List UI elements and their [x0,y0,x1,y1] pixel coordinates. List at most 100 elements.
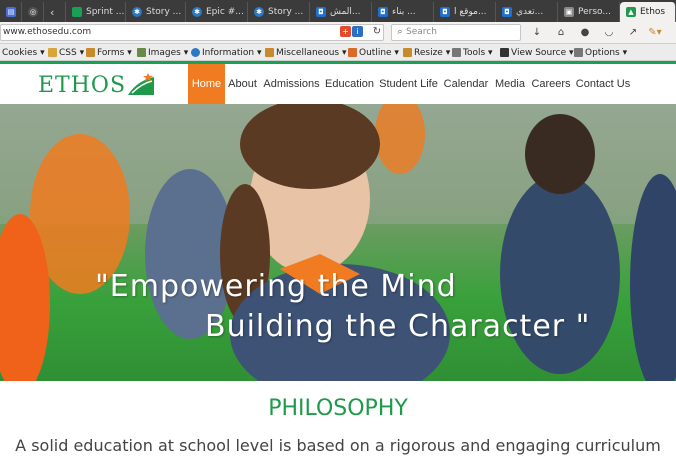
menu-label: Cookies ▾ [2,47,45,58]
nav-label: Student Life [379,78,438,90]
chat-icon: ▤ [6,7,16,17]
nav-home[interactable]: Home [188,64,225,104]
home-icon[interactable]: ⌂ [554,26,568,40]
tab-label: Epic #... [206,7,244,17]
tab-label: Perso... [578,7,611,17]
nav-label: Admissions [263,78,320,90]
philosophy-text: A solid education at school level is bas… [15,436,661,455]
sheet-icon [72,7,82,17]
outline-menu[interactable]: Outline ▾ [348,45,399,60]
philosophy-heading: PHILOSOPHY [268,396,408,421]
tab-label: المش... [330,7,361,17]
nav-label: Education [325,78,374,90]
bookmark-icon: ▣ [564,7,574,17]
resize-menu[interactable]: Resize ▾ [403,45,450,60]
tab-label: Sprint ... [86,7,125,17]
nav-label: Careers [531,78,571,90]
logo-leaf-icon [128,73,155,95]
menu-label: Resize ▾ [414,47,451,58]
nav-education[interactable]: Education [323,64,376,104]
options-icon [574,48,583,57]
download-icon[interactable]: ↓ [530,26,544,40]
tab-label: موقع ا... [454,7,487,17]
addon-plus-icon[interactable]: + [340,26,351,37]
page-icon: ◘ [502,7,512,17]
tab-label: Story ... [146,7,182,17]
jira-icon: ✱ [254,7,264,17]
tab-label: تعدي... [516,7,544,17]
nav-calendar[interactable]: Calendar [441,64,491,104]
tab-label: بناء ... [392,7,416,17]
tab-scroll-left-button[interactable]: ‹ [44,2,66,22]
browser-tab[interactable]: ◘ تعدي... [496,2,558,22]
menu-label: Options ▾ [585,47,628,58]
url-bar[interactable]: www.ethosedu.com [0,24,384,41]
tools-menu[interactable]: Tools ▾ [452,45,493,60]
nav-student-life[interactable]: Student Life [377,64,440,104]
reload-icon[interactable]: ↻ [370,25,384,39]
view-source-menu[interactable]: View Source ▾ [500,45,574,60]
images-icon [137,48,146,57]
css-menu[interactable]: CSS ▾ [48,45,84,60]
globe-icon: ◎ [28,7,38,17]
browser-tab[interactable]: ◘ المش... [310,2,372,22]
forms-menu[interactable]: Forms ▾ [86,45,132,60]
ethos-favicon-icon: ▲ [626,7,636,17]
resize-icon [403,48,412,57]
browser-tab[interactable]: ✱ Story ... [248,2,310,22]
information-icon [191,48,200,57]
browser-tab[interactable]: ▤ [0,2,22,22]
nav-label: About [228,78,257,90]
pocket-icon[interactable]: ◡ [602,26,616,40]
browser-tab[interactable]: ▣ Perso... [558,2,620,22]
menu-label: Miscellaneous ▾ [276,47,347,58]
browser-tab-active[interactable]: ▲ Ethos [620,2,676,22]
menu-label: Information ▾ [202,47,262,58]
browser-tab[interactable]: ✱ Epic #... [186,2,248,22]
extension-icon[interactable]: ✎▾ [648,26,662,40]
browser-tab[interactable]: ✱ Story ... [126,2,186,22]
menu-label: CSS ▾ [59,47,85,58]
miscellaneous-menu[interactable]: Miscellaneous ▾ [265,45,346,60]
page-icon: ◘ [378,7,388,17]
addon-info-icon[interactable]: i [352,26,363,37]
nav-admissions[interactable]: Admissions [261,64,322,104]
images-menu[interactable]: Images ▾ [137,45,188,60]
site-header: ETHOS Home About Admissions Education St… [0,64,676,104]
hero-heading-line-1: "Empowering the Mind [95,269,457,304]
nav-media[interactable]: Media [492,64,528,104]
page-icon: ◘ [440,7,450,17]
web-developer-toolbar: Cookies ▾ CSS ▾ Forms ▾ Images ▾ Informa… [0,44,676,61]
menu-label: Images ▾ [148,47,189,58]
search-input[interactable]: ⌕ Search [391,24,521,41]
nav-label: Home [191,78,222,90]
pin-icon[interactable]: ↗ [626,26,640,40]
hero-banner: "Empowering the Mind Building the Charac… [0,104,676,381]
browser-tab[interactable]: ◘ موقع ا... [434,2,496,22]
information-menu[interactable]: Information ▾ [191,45,261,60]
search-icon: ⌕ [397,27,403,37]
jira-icon: ✱ [132,7,142,17]
nav-label: Contact Us [575,78,631,90]
menu-label: Outline ▾ [359,47,399,58]
nav-careers[interactable]: Careers [529,64,573,104]
tools-icon [452,48,461,57]
tab-label: Story ... [268,7,304,17]
options-menu[interactable]: Options ▾ [574,45,627,60]
nav-contact-us[interactable]: Contact Us [574,64,632,104]
outline-icon [348,48,357,57]
search-placeholder: Search [406,27,437,37]
nav-label: Media [495,78,525,90]
forms-icon [86,48,95,57]
nav-about[interactable]: About [225,64,260,104]
browser-tab[interactable]: ◎ [22,2,44,22]
url-text: www.ethosedu.com [3,27,92,37]
chat-bubble-icon[interactable]: ● [578,26,592,40]
cookies-menu[interactable]: Cookies ▾ [2,45,45,60]
browser-tab[interactable]: ◘ بناء ... [372,2,434,22]
ethos-logo[interactable]: ETHOS [38,73,156,98]
browser-tab[interactable]: Sprint ... [66,2,126,22]
menu-label: Forms ▾ [97,47,132,58]
hero-heading-line-2: Building the Character " [205,309,591,344]
jira-icon: ✱ [192,7,202,17]
